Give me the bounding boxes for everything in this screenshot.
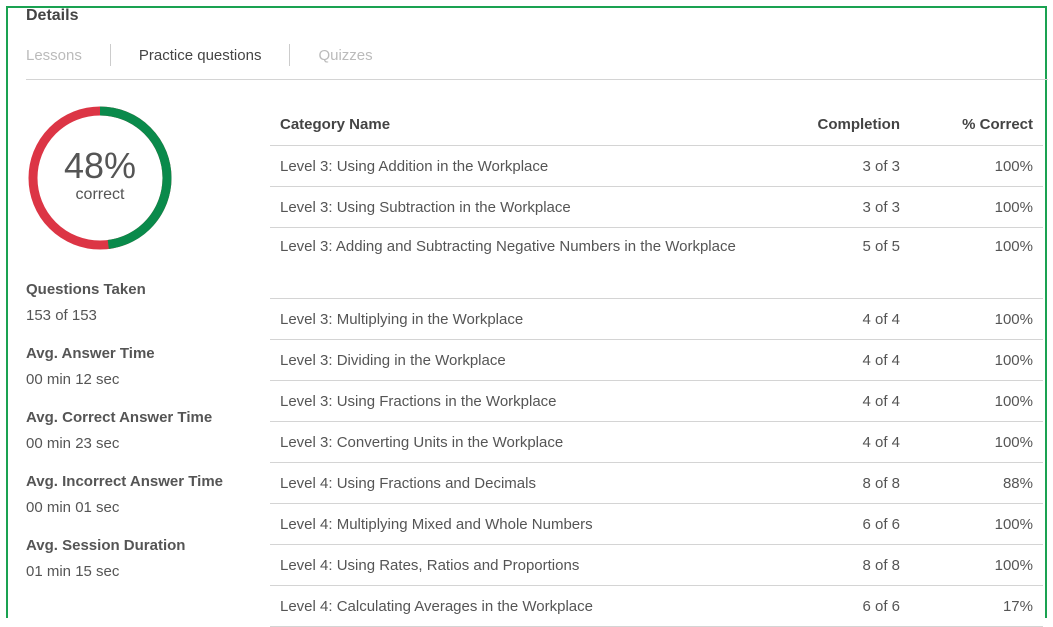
stat-avg-answer-time: Avg. Answer Time 00 min 12 sec: [26, 345, 256, 409]
completion-cell: 6 of 6: [760, 503, 911, 545]
column-header-percent-correct[interactable]: % Correct: [910, 104, 1043, 146]
category-name: Level 3: Using Fractions in the Workplac…: [270, 380, 760, 422]
completion-cell: 3 of 3: [760, 186, 911, 228]
completion-cell: 4 of 4: [760, 339, 911, 381]
stat-value: 00 min 01 sec: [26, 499, 120, 516]
table-row: Level 3: Multiplying in the Workplace 4 …: [270, 298, 1043, 340]
stat-label: Avg. Session Duration: [26, 537, 186, 554]
category-name: Level 4: Using Rates, Ratios and Proport…: [270, 544, 760, 586]
category-name: Level 4: Using Fractions and Decimals: [270, 462, 760, 504]
tab-quizzes[interactable]: Quizzes: [318, 47, 372, 64]
percent-correct-cell: 17%: [910, 585, 1043, 627]
completion-cell: 3 of 3: [760, 145, 911, 187]
category-name: Level 3: Converting Units in the Workpla…: [270, 421, 760, 463]
table-row: Level 4: Using Fractions and Decimals 8 …: [270, 462, 1043, 504]
score-percent: 48%: [63, 145, 137, 186]
percent-correct-cell: 100%: [910, 544, 1043, 586]
tab-divider: [289, 44, 291, 66]
completion-cell: 8 of 8: [760, 462, 911, 504]
category-name: Level 3: Adding and Subtracting Negative…: [270, 227, 760, 299]
percent-correct-cell: 100%: [910, 380, 1043, 422]
stat-value: 00 min 12 sec: [26, 371, 120, 388]
stat-avg-session-duration: Avg. Session Duration 01 min 15 sec: [26, 537, 256, 601]
completion-cell: 6 of 6: [760, 585, 911, 627]
tab-practice-questions[interactable]: Practice questions: [139, 47, 262, 64]
table-row: Level 3: Using Fractions in the Workplac…: [270, 380, 1043, 422]
stat-value: 00 min 23 sec: [26, 435, 120, 452]
tab-bar: Lessons Practice questions Quizzes: [26, 44, 373, 66]
stat-value: 01 min 15 sec: [26, 563, 120, 580]
stat-label: Avg. Correct Answer Time: [26, 409, 213, 426]
percent-correct-cell: 100%: [910, 186, 1043, 228]
stat-value: 153 of 153: [26, 307, 97, 324]
completion-cell: 4 of 4: [760, 421, 911, 463]
tab-underline: [26, 79, 1048, 80]
page-title: Details: [26, 7, 79, 24]
stats-list: Questions Taken 153 of 153 Avg. Answer T…: [26, 281, 256, 601]
table-row: Level 4: Calculating Averages in the Wor…: [270, 585, 1043, 627]
category-name: Level 3: Dividing in the Workplace: [270, 339, 760, 381]
category-table: Category Name Completion % Correct Level…: [270, 104, 1043, 627]
completion-cell: 5 of 5: [760, 227, 911, 299]
percent-correct-cell: 100%: [910, 145, 1043, 187]
tab-divider: [109, 44, 111, 66]
column-header-category-name[interactable]: Category Name: [270, 104, 760, 146]
category-name: Level 3: Multiplying in the Workplace: [270, 298, 760, 340]
tab-lessons[interactable]: Lessons: [26, 47, 82, 64]
table-header-row: Category Name Completion % Correct: [270, 104, 1043, 146]
table-row: Level 4: Multiplying Mixed and Whole Num…: [270, 503, 1043, 545]
stat-label: Avg. Incorrect Answer Time: [26, 473, 224, 490]
completion-cell: 4 of 4: [760, 298, 911, 340]
completion-cell: 4 of 4: [760, 380, 911, 422]
stat-avg-incorrect-answer-time: Avg. Incorrect Answer Time 00 min 01 sec: [26, 473, 256, 537]
table-row: Level 3: Adding and Subtracting Negative…: [270, 227, 1043, 299]
percent-correct-cell: 100%: [910, 421, 1043, 463]
category-name: Level 3: Using Subtraction in the Workpl…: [270, 186, 760, 228]
percent-correct-cell: 100%: [910, 339, 1043, 381]
percent-correct-cell: 88%: [910, 462, 1043, 504]
column-header-completion[interactable]: Completion: [760, 104, 911, 146]
table-row: Level 3: Dividing in the Workplace 4 of …: [270, 339, 1043, 381]
percent-correct-cell: 100%: [910, 298, 1043, 340]
percent-correct-cell: 100%: [910, 227, 1043, 299]
category-name: Level 3: Using Addition in the Workplace: [270, 145, 760, 187]
table-row: Level 3: Using Addition in the Workplace…: [270, 145, 1043, 187]
table-row: Level 4: Using Rates, Ratios and Proport…: [270, 544, 1043, 586]
stat-questions-taken: Questions Taken 153 of 153: [26, 281, 256, 345]
stat-label: Questions Taken: [26, 281, 146, 298]
table-row: Level 3: Converting Units in the Workpla…: [270, 421, 1043, 463]
category-name: Level 4: Multiplying Mixed and Whole Num…: [270, 503, 760, 545]
table-row: Level 3: Using Subtraction in the Workpl…: [270, 186, 1043, 228]
score-label: correct: [75, 186, 125, 203]
category-name: Level 4: Calculating Averages in the Wor…: [270, 585, 760, 627]
completion-cell: 8 of 8: [760, 544, 911, 586]
percent-correct-cell: 100%: [910, 503, 1043, 545]
stat-avg-correct-answer-time: Avg. Correct Answer Time 00 min 23 sec: [26, 409, 256, 473]
stat-label: Avg. Answer Time: [26, 345, 155, 362]
